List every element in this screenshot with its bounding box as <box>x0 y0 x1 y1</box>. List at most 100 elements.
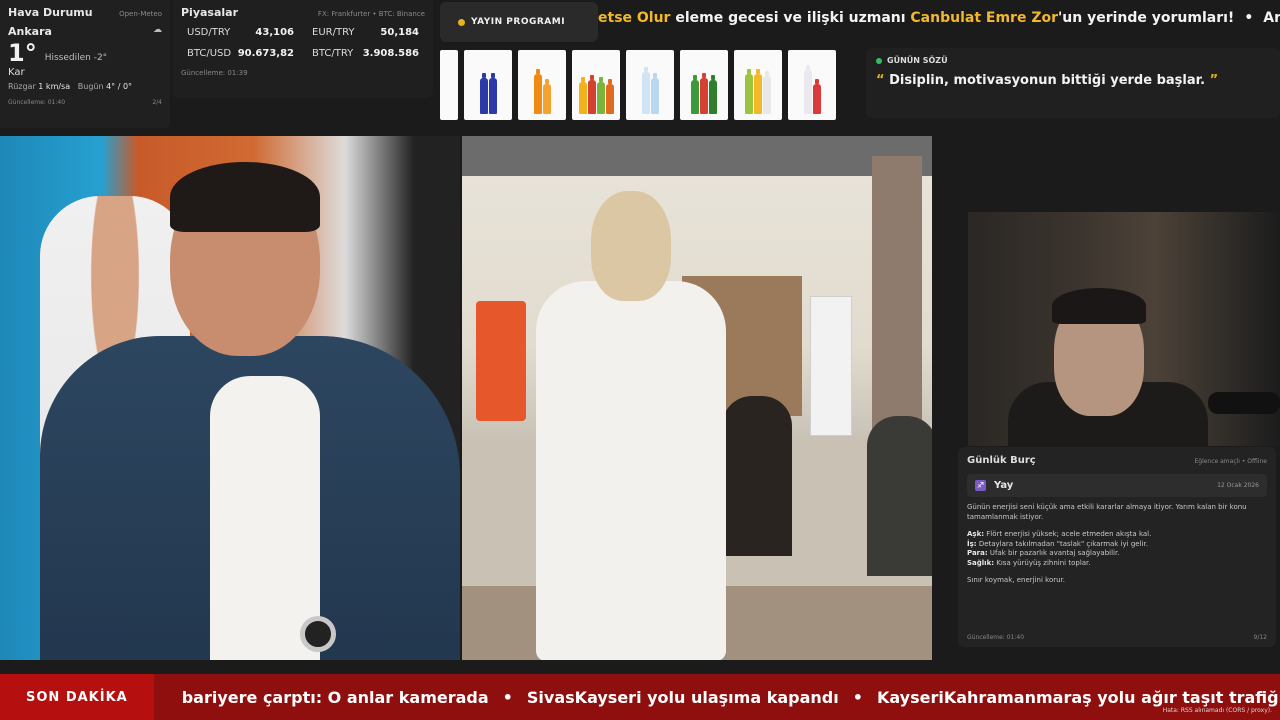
quote-open-icon: “ <box>876 73 890 88</box>
horoscope-updated: Güncelleme: 01:40 <box>967 634 1025 641</box>
cloud-icon: ☁ <box>153 25 162 35</box>
breaking-label: SON DAKİKA <box>0 674 154 720</box>
product-ad <box>464 50 512 120</box>
breaking-item: KayseriKahramanmaraş yolu ağır taşıt tra… <box>876 687 1280 707</box>
health-label: Sağlık: <box>967 558 995 567</box>
today-label: Bugün <box>77 82 104 91</box>
product-ad <box>734 50 782 120</box>
weather-source: Open-Meteo <box>119 10 162 18</box>
horoscope-work: İş: Detaylara takılmadan "taslak" çıkarm… <box>967 540 1267 550</box>
quote-text: Disiplin, motivasyonun bittiği yerde baş… <box>889 73 1206 88</box>
horoscope-sign: Yay <box>994 480 1014 491</box>
weather-title: Hava Durumu <box>8 6 93 19</box>
video-person <box>20 162 460 660</box>
ticker-highlight: etse Olur <box>598 10 671 26</box>
money-text: Ufak bir pazarlık avantaj sağlayabilir. <box>989 549 1120 557</box>
weather-feels-like: Hissedilen -2° <box>44 53 108 63</box>
ticker-separator: • <box>1244 10 1254 26</box>
rate-pair: BTC/USD <box>187 48 232 59</box>
watch-icon <box>300 616 336 652</box>
weather-updated: Güncelleme: 01:40 <box>8 99 66 106</box>
breaking-news-bar: SON DAKİKA bariyere çarptı: O anlar kame… <box>0 674 1280 720</box>
work-text: Detaylara takılmadan "taslak" çıkarmak i… <box>978 539 1148 548</box>
quote-label-row: GÜNÜN SÖZÜ <box>876 56 1270 65</box>
program-badge: YAYIN PROGRAMI <box>440 2 598 42</box>
video-person <box>536 191 726 660</box>
horoscope-sign-row: ♐ Yay 12 Ocak 2026 <box>967 474 1267 497</box>
program-dot-icon <box>458 18 465 26</box>
horoscope-body: Günün enerjisi seni küçük ama etkili kar… <box>967 503 1267 586</box>
quote-close-icon: ” <box>1205 73 1219 88</box>
rate-btc-try: BTC/TRY 3.908.586 <box>306 46 425 61</box>
breaking-separator: • <box>502 687 513 707</box>
product-ad <box>680 50 728 120</box>
ticker-text: Ard <box>1263 10 1280 26</box>
rate-value: 50,184 <box>380 27 419 38</box>
horoscope-panel: Günlük Burç Eğlence amaçlı • Offline ♐ Y… <box>958 447 1276 647</box>
weather-wind-row: Rüzgar 1 km/sa Bugün 4° / 0° <box>8 82 162 91</box>
sagittarius-icon: ♐ <box>975 480 986 491</box>
breaking-separator: • <box>852 687 863 707</box>
ticker-highlight: Canbulat Emre Zor <box>910 10 1058 26</box>
top-ticker: etse Olur eleme gecesi ve ilişki uzmanı … <box>598 10 1280 36</box>
wind-value: 1 km/sa <box>38 82 71 91</box>
microphone-icon <box>1208 392 1280 414</box>
rate-eur-try: EUR/TRY 50,184 <box>306 25 425 40</box>
breaking-ticker: bariyere çarptı: O anlar kamerada • SivasK… <box>154 688 1280 707</box>
product-ad <box>440 50 458 120</box>
ticker-text: 'un yerinde yorumları! <box>1058 10 1235 26</box>
horoscope-page: 9/12 <box>1253 634 1267 641</box>
product-ad <box>626 50 674 120</box>
ticker-text: eleme gecesi ve ilişki uzmanı <box>670 10 911 26</box>
product-strip <box>440 50 860 122</box>
market-panel: Piyasalar FX: Frankfurter • BTC: Binance… <box>173 0 433 98</box>
rate-usd-try: USD/TRY 43,106 <box>181 25 300 40</box>
market-title: Piyasalar <box>181 6 239 19</box>
horoscope-money: Para: Ufak bir pazarlık avantaj sağlayab… <box>967 549 1267 559</box>
product-ad <box>518 50 566 120</box>
video-feed-left <box>0 136 460 660</box>
weather-condition: Kar <box>8 67 25 78</box>
breaking-item: SivasKayseri yolu ulaşıma kapandı <box>526 687 839 707</box>
video-feed-right <box>462 136 932 660</box>
health-text: Kısa yürüyüş zihnini toplar. <box>996 558 1091 567</box>
love-label: Aşk: <box>967 530 985 538</box>
video-person <box>867 416 932 576</box>
rate-pair: EUR/TRY <box>312 27 355 38</box>
horoscope-love: Aşk: Flört enerjisi yüksek; acele etmede… <box>967 530 1267 540</box>
fridge-icon <box>476 301 526 421</box>
rate-value: 3.908.586 <box>362 48 419 59</box>
rate-btc-usd: BTC/USD 90.673,82 <box>181 46 300 61</box>
quote-label: GÜNÜN SÖZÜ <box>887 56 948 65</box>
weather-panel: Hava Durumu Open-Meteo Ankara ☁ 1° Hisse… <box>0 0 170 128</box>
money-label: Para: <box>967 549 988 557</box>
horoscope-note: Eğlence amaçlı • Offline <box>1194 458 1267 465</box>
program-label: YAYIN PROGRAMI <box>471 17 566 27</box>
rate-value: 90.673,82 <box>237 48 294 59</box>
horoscope-title: Günlük Burç <box>967 455 1036 466</box>
today-value: 4° / 0° <box>106 82 133 91</box>
work-label: İş: <box>967 539 977 548</box>
weather-temperature: 1° <box>8 39 37 67</box>
quote-text-row: “ Disiplin, motivasyonun bittiği yerde b… <box>876 73 1270 88</box>
horoscope-health: Sağlık: Kısa yürüyüş zihnini toplar. <box>967 559 1267 569</box>
product-ad <box>788 50 836 120</box>
video-person <box>722 396 792 556</box>
quote-panel: GÜNÜN SÖZÜ “ Disiplin, motivasyonun bitt… <box>866 48 1280 118</box>
love-text: Flört enerjisi yüksek; acele etmeden akı… <box>986 530 1152 538</box>
rate-pair: BTC/TRY <box>312 48 354 59</box>
weather-page: 2/4 <box>152 99 162 106</box>
wind-label: Rüzgar <box>8 82 36 91</box>
horoscope-intro: Günün enerjisi seni küçük ama etkili kar… <box>967 503 1247 521</box>
webcam-feed <box>968 212 1280 446</box>
weather-city: Ankara <box>8 25 52 38</box>
breaking-item: bariyere çarptı: O anlar kamerada <box>181 687 489 707</box>
rss-error: Hata: RSS alınamadı (CORS / proxy). <box>1162 707 1272 714</box>
status-dot-icon <box>876 57 882 64</box>
horoscope-closing: Sınır koymak, enerjini korur. <box>967 576 1065 584</box>
rate-value: 43,106 <box>255 27 294 38</box>
market-updated: Güncelleme: 01:39 <box>181 69 248 77</box>
product-ad <box>572 50 620 120</box>
market-source: FX: Frankfurter • BTC: Binance <box>317 10 425 18</box>
rate-pair: USD/TRY <box>187 27 231 38</box>
